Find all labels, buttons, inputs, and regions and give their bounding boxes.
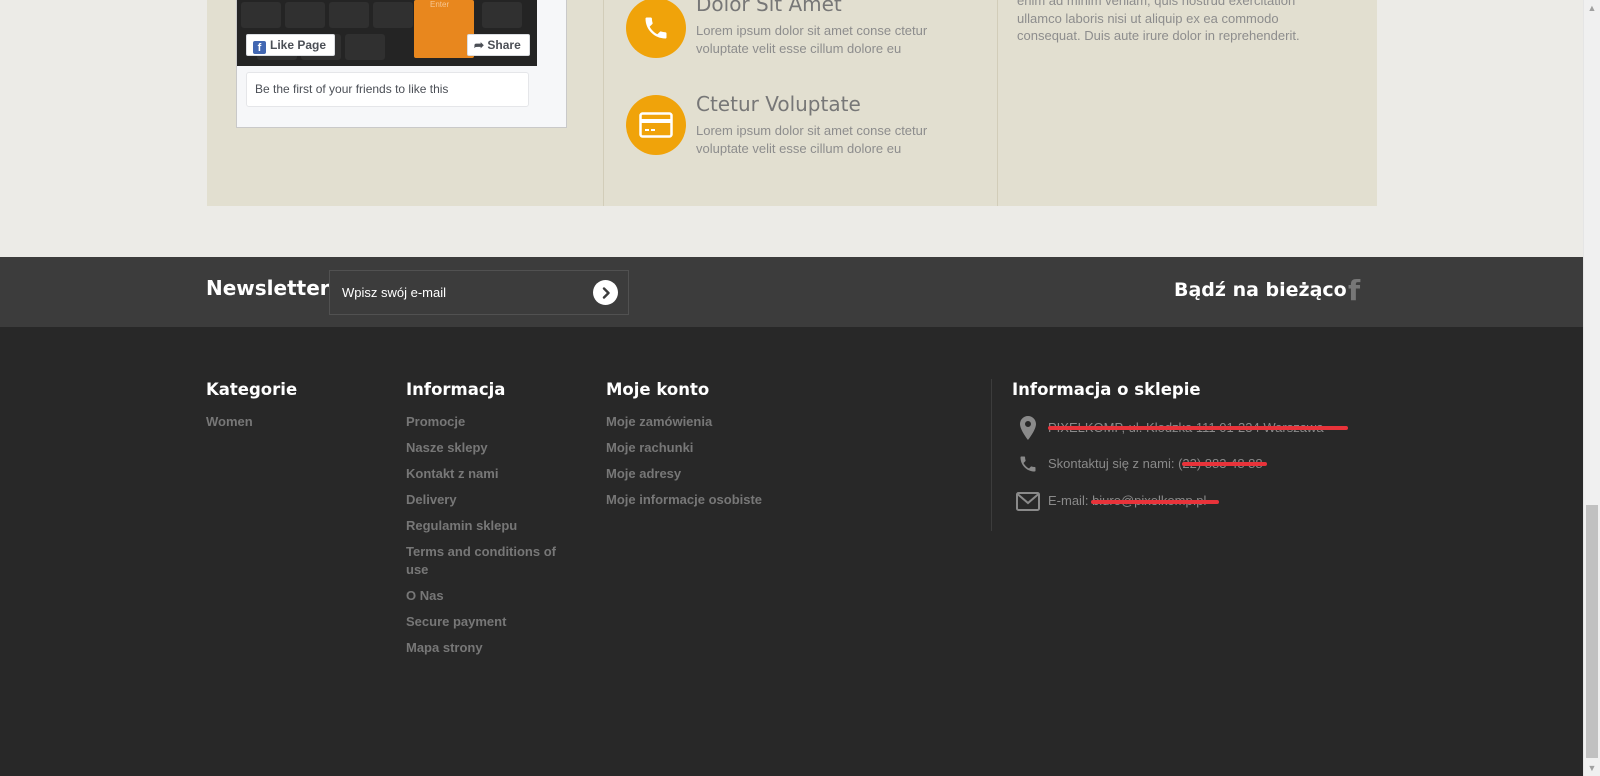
footer-categories-title: Kategorie [206,380,298,399]
footer-link[interactable]: Kontakt z nami [406,465,576,483]
facebook-icon: f [253,41,266,54]
friends-like-text: Be the first of your friends to like thi… [246,72,529,107]
footer-link[interactable]: Mapa strony [406,639,576,657]
facebook-page-widget: Enter f Like Page ➦ Share Be the first of… [236,0,567,128]
scrollbar-thumb[interactable] [1586,505,1598,758]
footer-link[interactable]: O Nas [406,587,576,605]
footer-account-title: Moje konto [606,380,710,399]
footer-divider [991,379,992,531]
share-button[interactable]: ➦ Share [467,34,530,56]
envelope-icon [1015,488,1041,514]
about-text: enim ad minim veniam, quis nostrud exerc… [1017,0,1300,43]
phone-icon [1015,451,1041,477]
redaction-mark [1182,462,1267,466]
newsletter-title: Newsletter [206,276,330,300]
follow-us-label: Bądź na bieżąco [1174,279,1347,301]
phone-icon [626,0,686,58]
footer-link[interactable]: Terms and conditions of use [406,543,576,579]
scroll-up-arrow-icon[interactable]: ▲ [1584,0,1600,16]
footer-link[interactable]: Moje rachunki [606,439,826,457]
store-address-row: PIXELKOMP, ul. Kłodzka 111 01-234 Warsza… [1015,415,1375,445]
footer-info-title: Informacja [406,380,506,399]
map-marker-icon [1015,415,1041,441]
footer-link[interactable]: Promocje [406,413,576,431]
footer-link[interactable]: Regulamin sklepu [406,517,576,535]
credit-card-icon [626,95,686,155]
newsletter-bar: Newsletter Bądź na bieżąco f [0,257,1583,327]
store-phone-row: Skontaktuj się z nami: (22) 883 48 88 [1015,451,1375,481]
column-divider [997,0,998,206]
page-scrollbar[interactable]: ▲ ▼ [1583,0,1600,776]
footer-link[interactable]: Delivery [406,491,576,509]
feature-text: Lorem ipsum dolor sit amet conse ctetur … [696,23,928,56]
feature-text: Lorem ipsum dolor sit amet conse ctetur … [696,123,928,156]
column-divider [603,0,604,206]
footer-account-list: Moje zamówienia Moje rachunki Moje adres… [606,413,826,517]
facebook-icon[interactable]: f [1348,275,1368,307]
feature-title: Ctetur Voluptate [696,92,861,116]
facebook-cover-image: Enter [237,0,537,66]
footer-link[interactable]: Women [206,413,376,431]
feature-title: Dolor Sit Amet [696,0,842,16]
scroll-down-arrow-icon[interactable]: ▼ [1584,760,1600,776]
footer-link[interactable]: Moje adresy [606,465,826,483]
redaction-mark [1048,426,1348,430]
redaction-mark [1091,500,1219,504]
share-arrow-icon: ➦ [474,38,488,52]
footer: Kategorie Women Informacja Promocje Nasz… [0,327,1583,776]
footer-link[interactable]: Nasze sklepy [406,439,576,457]
footer-categories-list: Women [206,413,376,439]
chevron-right-icon [602,286,610,299]
footer-link[interactable]: Moje zamówienia [606,413,826,431]
newsletter-submit-button[interactable] [593,280,618,305]
footer-info-list: Promocje Nasze sklepy Kontakt z nami Del… [406,413,576,665]
store-email-row: E-mail: biuro@pixelkomp.pl [1015,488,1375,518]
footer-store-title: Informacja o sklepie [1012,380,1201,399]
footer-link[interactable]: Moje informacje osobiste [606,491,826,509]
like-page-button[interactable]: f Like Page [246,34,336,56]
footer-link[interactable]: Secure payment [406,613,576,631]
enter-key: Enter [414,0,474,58]
newsletter-email-input[interactable] [329,270,629,315]
